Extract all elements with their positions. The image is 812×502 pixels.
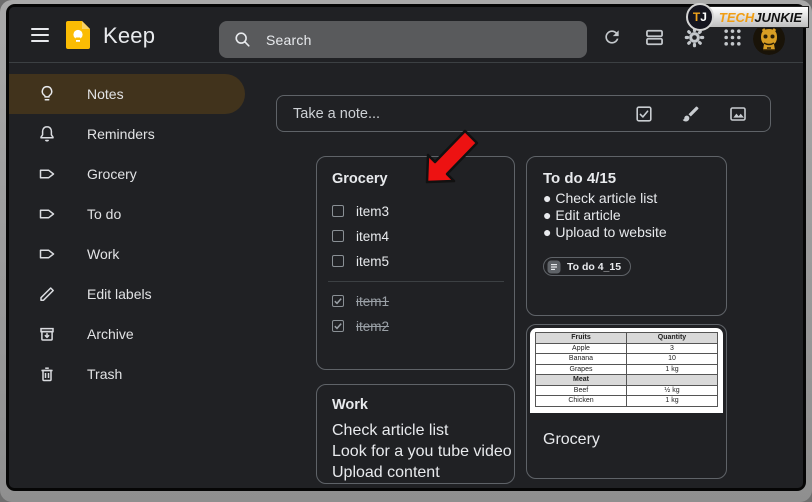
note-todo[interactable]: To do 4/15 ● Check article list ● Edit a… — [526, 156, 727, 316]
note-grocery-checklist[interactable]: Grocery item3 item4 item5 item1 item2 — [316, 156, 515, 370]
refresh-icon[interactable] — [600, 25, 624, 49]
checklist-label: item5 — [356, 254, 389, 269]
checklist-item[interactable]: item5 — [332, 249, 499, 273]
note-text-line: Look for a you tube video — [332, 441, 499, 462]
take-a-note-input[interactable]: Take a note... — [276, 95, 771, 132]
checkbox-unchecked[interactable] — [332, 230, 344, 242]
sidebar-item-grocery[interactable]: Grocery — [9, 154, 245, 194]
sidebar-item-label: Work — [87, 246, 119, 262]
note-text-line: ● Edit article — [543, 207, 710, 224]
sidebar-item-archive[interactable]: Archive — [9, 314, 245, 354]
bell-icon — [37, 124, 57, 144]
note-text-line: ● Upload to website — [543, 224, 710, 241]
composer-placeholder: Take a note... — [293, 106, 634, 122]
techjunkie-badge-icon: TJ — [686, 3, 714, 31]
checklist-label: item2 — [356, 319, 389, 334]
new-checklist-icon[interactable] — [634, 104, 654, 124]
lightbulb-icon — [37, 84, 57, 104]
sidebar-item-label: Reminders — [87, 126, 155, 142]
label-icon — [37, 204, 57, 224]
search-input[interactable]: Search — [219, 21, 587, 58]
note-grocery-image[interactable]: Fruits Quantity Apple3 Banana10 Grapes1 … — [526, 324, 727, 479]
sidebar-item-label: Notes — [87, 86, 124, 102]
sidebar-item-label: Archive — [87, 326, 134, 342]
table-row: Beef½ kg — [536, 385, 718, 396]
table-header: Fruits — [536, 333, 627, 344]
sidebar-item-edit-labels[interactable]: Edit labels — [9, 274, 245, 314]
note-text-line: Check article list — [332, 420, 499, 441]
note-title: To do 4/15 — [543, 170, 710, 187]
note-title: Grocery — [543, 431, 600, 449]
checkbox-unchecked[interactable] — [332, 255, 344, 267]
checklist-item[interactable]: item3 — [332, 199, 499, 223]
sidebar-item-reminders[interactable]: Reminders — [9, 114, 245, 154]
sidebar-item-label: Edit labels — [87, 286, 152, 302]
new-drawing-brush-icon[interactable] — [681, 104, 701, 124]
checklist-label: item4 — [356, 229, 389, 244]
trash-icon — [37, 364, 57, 384]
table-section-row: Meat — [536, 375, 718, 386]
archive-icon — [37, 324, 57, 344]
checklist-item[interactable]: item4 — [332, 224, 499, 248]
new-image-icon[interactable] — [728, 104, 748, 124]
checked-items-divider — [328, 281, 504, 282]
keep-logo-icon — [65, 20, 91, 50]
label-icon — [37, 244, 57, 264]
checkbox-unchecked[interactable] — [332, 205, 344, 217]
checkbox-checked[interactable] — [332, 295, 344, 307]
label-chip[interactable]: To do 4_15 — [543, 257, 631, 276]
app-header: Keep Search — [9, 7, 803, 63]
list-view-icon[interactable] — [642, 25, 666, 49]
checklist-label: item1 — [356, 294, 389, 309]
table-row: Banana10 — [536, 354, 718, 365]
app-title: Keep — [103, 23, 155, 49]
checkbox-checked[interactable] — [332, 320, 344, 332]
note-work[interactable]: Work Check article list Look for a you t… — [316, 384, 515, 484]
checklist-item-checked[interactable]: item1 — [332, 289, 499, 313]
sidebar-item-work[interactable]: Work — [9, 234, 245, 274]
window-frame: Keep Search — [0, 0, 812, 502]
note-text-line: Upload content — [332, 462, 499, 483]
window-bezel: Keep Search — [6, 4, 806, 491]
note-title: Work — [332, 397, 499, 413]
keep-app: Keep Search — [9, 7, 803, 488]
main-menu-icon[interactable] — [31, 24, 53, 46]
pencil-icon — [37, 284, 57, 304]
sidebar-item-trash[interactable]: Trash — [9, 354, 245, 394]
label-chip-text: To do 4_15 — [567, 261, 621, 273]
checklist-item-checked[interactable]: item2 — [332, 314, 499, 338]
table-row: Grapes1 kg — [536, 364, 718, 375]
search-placeholder: Search — [266, 32, 312, 48]
note-title: Grocery — [332, 171, 499, 187]
note-image-table[interactable]: Fruits Quantity Apple3 Banana10 Grapes1 … — [530, 328, 723, 413]
sidebar-item-notes[interactable]: Notes — [9, 74, 245, 114]
sidebar: Notes Reminders Grocery To do Work — [9, 64, 267, 488]
sidebar-item-label: To do — [87, 206, 121, 222]
sidebar-item-todo[interactable]: To do — [9, 194, 245, 234]
checklist-label: item3 — [356, 204, 389, 219]
techjunkie-watermark: TJ TECHJUNKIE — [686, 3, 809, 31]
techjunkie-banner: TECHJUNKIE — [708, 6, 809, 28]
table-header: Quantity — [627, 333, 718, 344]
sidebar-item-label: Grocery — [87, 166, 137, 182]
label-icon — [37, 164, 57, 184]
table-row: Chicken1 kg — [536, 396, 718, 407]
note-chip-icon — [547, 260, 561, 274]
note-text-line: ● Check article list — [543, 190, 710, 207]
table-row: Apple3 — [536, 343, 718, 354]
sidebar-item-label: Trash — [87, 366, 122, 382]
search-icon — [233, 30, 252, 49]
